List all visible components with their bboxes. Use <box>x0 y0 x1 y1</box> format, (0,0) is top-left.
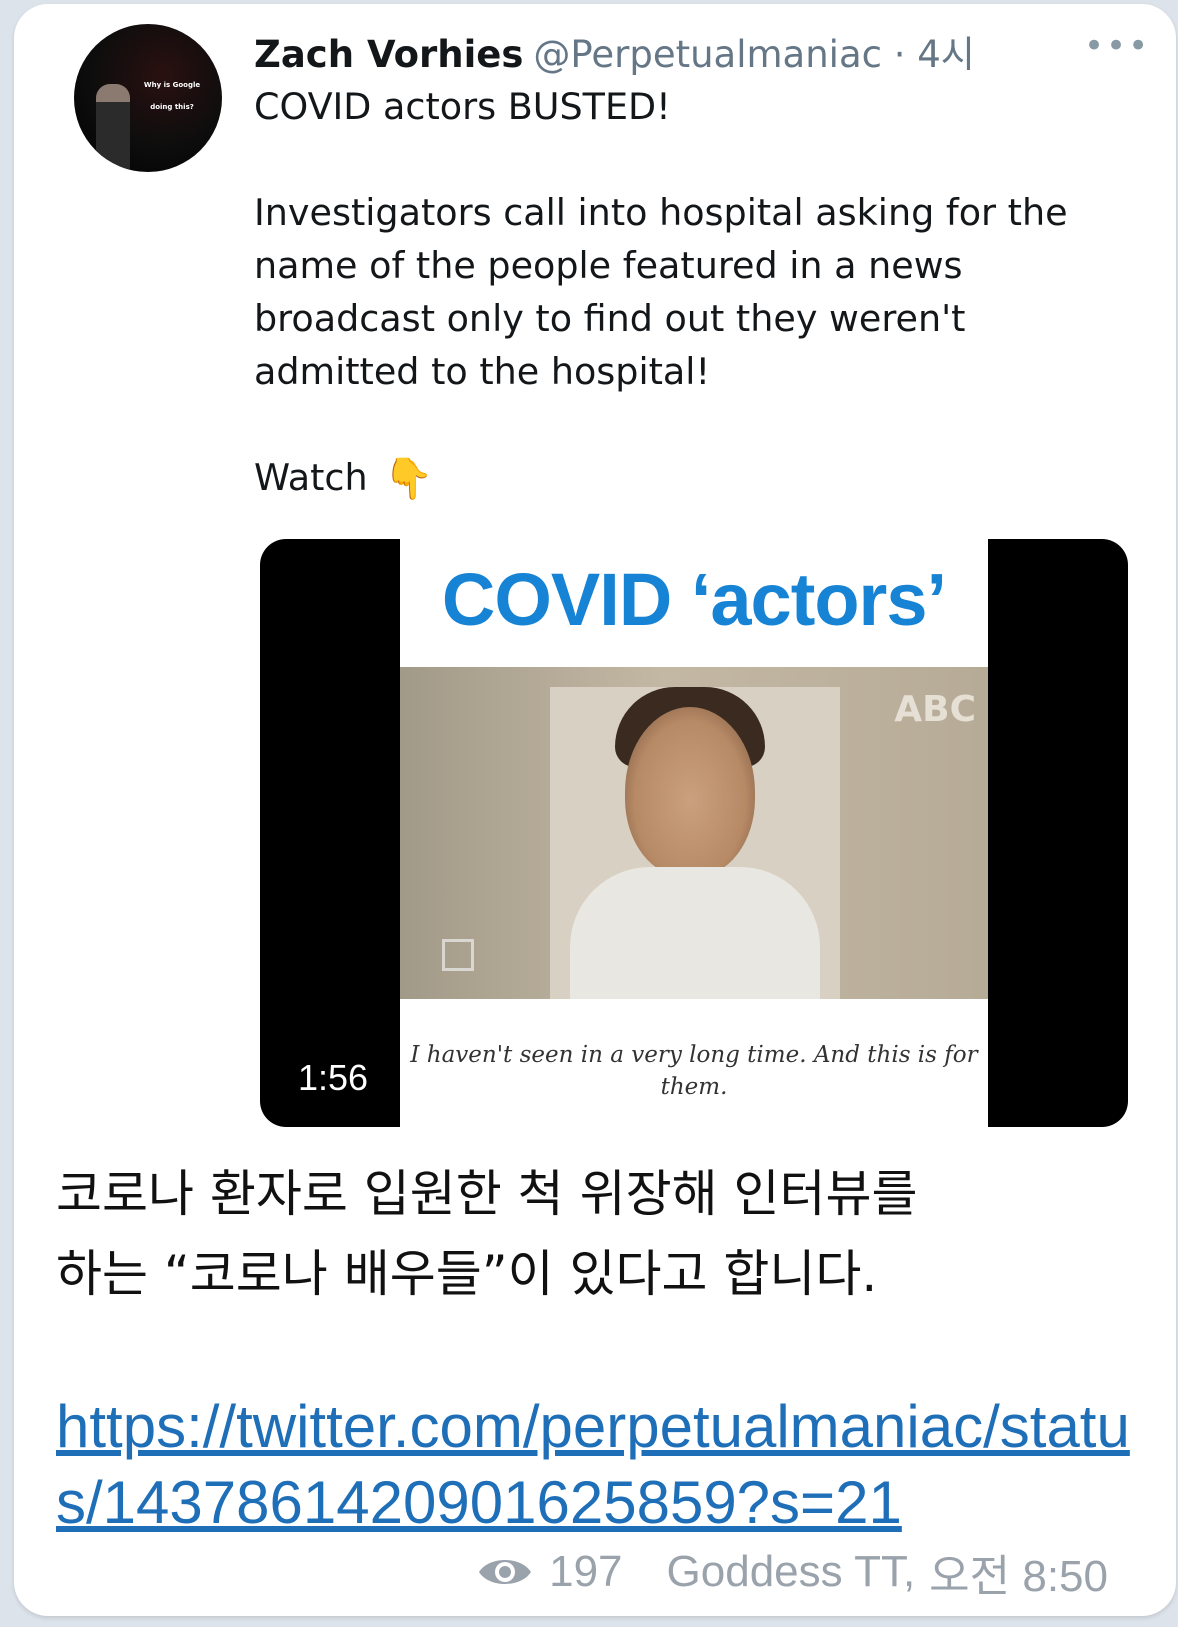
author-handle: @Perpetualmaniac · 4시 <box>533 33 975 76</box>
eye-icon <box>479 1560 532 1584</box>
view-count: 197 <box>549 1547 623 1596</box>
more-horizontal-icon: ••• <box>1084 26 1151 66</box>
message-author: Goddess TT, <box>666 1547 916 1596</box>
tweet-link[interactable]: https://twitter.com/perpetualmaniac/stat… <box>56 1389 1176 1541</box>
embedded-tweet-screenshot: Why is Google doing this? Zach Vorhies @P… <box>14 4 1148 1144</box>
scene-gown <box>570 867 820 999</box>
avatar-screen-text: Why is Google doing this? <box>143 81 201 111</box>
abc-logo: ABC <box>894 689 976 730</box>
video-thumbnail: COVID ‘actors’ ABC I haven't seen in a v… <box>260 539 1128 1127</box>
tweet-header: Zach Vorhies @Perpetualmaniac · 4시 <box>254 24 975 76</box>
tweet-paragraph-headline: COVID actors BUSTED! <box>254 85 671 128</box>
tweet-paragraph-body: Investigators call into hospital asking … <box>254 191 1068 393</box>
message-meta: 197 Goddess TT, 오전 8:50 <box>477 1544 1108 1601</box>
watch-label: Watch <box>254 456 368 499</box>
scene-face <box>625 707 755 877</box>
message-bubble: Why is Google doing this? Zach Vorhies @P… <box>14 4 1176 1616</box>
scene-badge-icon <box>442 939 474 971</box>
author-name: Zach Vorhies <box>254 33 524 76</box>
video-caption: I haven't seen in a very long time. And … <box>410 1042 978 1100</box>
author-avatar: Why is Google doing this? <box>74 24 222 172</box>
video-frame: COVID ‘actors’ ABC I haven't seen in a v… <box>400 539 988 1127</box>
avatar-person <box>96 84 130 172</box>
video-title: COVID ‘actors’ <box>441 558 947 641</box>
message-time: 오전 8:50 <box>929 1552 1108 1601</box>
video-scene-image: ABC <box>400 667 988 999</box>
point-down-icon: 👇 <box>383 456 434 502</box>
tweet-paragraph-watch: Watch 👇 <box>254 451 1104 506</box>
tweet-text: COVID actors BUSTED! Investigators call … <box>254 80 1104 506</box>
message-text: 코로나 환자로 입원한 척 위장해 인터뷰를 하는 “코로나 배우들”이 있다고… <box>56 1165 918 1303</box>
video-duration: 1:56 <box>298 1057 369 1098</box>
